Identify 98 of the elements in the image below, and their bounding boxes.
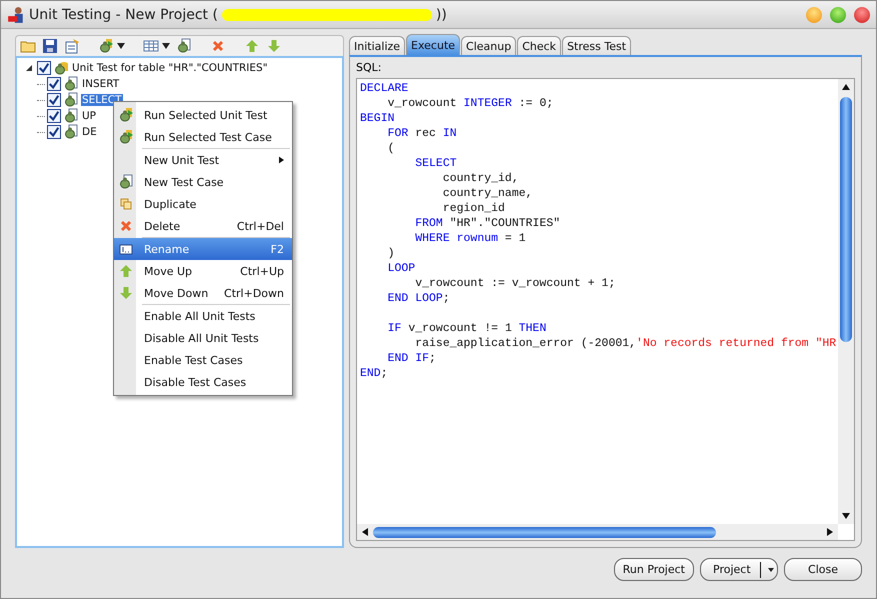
scroll-up-icon[interactable]	[842, 83, 850, 91]
bug-document-icon	[63, 92, 79, 108]
tab[interactable]: Cleanup	[461, 36, 516, 55]
tab[interactable]: Initialize	[349, 36, 406, 55]
menu-item[interactable]: Duplicate	[114, 193, 292, 215]
menu-item[interactable]: Rename F2	[114, 238, 292, 260]
tab[interactable]: Check	[517, 36, 562, 55]
menu-item[interactable]: Run Selected Unit Test	[114, 104, 292, 126]
bug-run-icon[interactable]	[98, 38, 114, 54]
code-token: v_rowcount := v_rowcount + 1;	[414, 277, 616, 290]
menu-item[interactable]: Enable Test Cases	[114, 349, 292, 371]
code-token: INTEGER	[464, 97, 512, 110]
code-token: region_id	[442, 202, 505, 215]
code-token: ;	[442, 292, 450, 305]
scroll-right-icon[interactable]	[826, 528, 834, 536]
close-button[interactable]	[854, 6, 870, 22]
bug-document-icon	[63, 108, 79, 124]
code-token: IF	[386, 322, 402, 335]
code-token: )	[386, 247, 395, 260]
code-token: FROM	[414, 217, 443, 230]
code-token: END LOOP	[386, 292, 443, 305]
bug-document-icon	[63, 76, 79, 92]
menu-item[interactable]: Enable All Unit Tests	[114, 305, 292, 327]
arrow-down-icon	[118, 285, 134, 301]
menu-item[interactable]: New Unit Test	[114, 149, 292, 171]
code-token: "HR"."COUNTRIES"	[448, 217, 560, 230]
checkbox[interactable]	[47, 77, 61, 91]
code-token: THEN	[518, 322, 546, 335]
caret-icon[interactable]	[117, 42, 125, 50]
scroll-down-icon[interactable]	[842, 512, 850, 520]
checkbox[interactable]	[47, 125, 61, 139]
code-token: := 0;	[518, 97, 554, 110]
code-token: country_name,	[442, 187, 533, 200]
arrow-up-icon	[118, 263, 134, 279]
code-token: 'No records returned from "HR	[636, 337, 836, 350]
button[interactable]: Run Project	[614, 558, 694, 581]
code-token: LOOP	[386, 262, 416, 275]
tree-item[interactable]: SELECT	[81, 94, 123, 106]
code-token: DECLARE	[360, 82, 408, 95]
horizontal-scrollbar[interactable]	[357, 524, 838, 540]
caret-icon[interactable]	[162, 42, 170, 50]
code-token: SELECT	[414, 157, 457, 170]
code-token: country_id,	[442, 172, 519, 185]
tree-item[interactable]: INSERT	[81, 78, 120, 90]
menu-item[interactable]: New Test Case	[114, 171, 292, 193]
bug-run-icon	[118, 107, 134, 123]
checkbox[interactable]	[37, 61, 51, 75]
code-token: END	[360, 367, 381, 380]
save-icon[interactable]	[42, 38, 58, 54]
code-token: rec	[414, 127, 437, 140]
bug-document-icon[interactable]	[176, 38, 192, 54]
menu-item[interactable]: Delete Ctrl+Del	[114, 215, 292, 237]
button[interactable]: Close	[784, 558, 862, 581]
project-split-button[interactable]: Project	[700, 558, 778, 581]
table-icon[interactable]	[143, 38, 159, 54]
code-token: IN	[442, 127, 457, 140]
menu-item[interactable]: Move Down Ctrl+Down	[114, 282, 292, 304]
checkbox[interactable]	[47, 109, 61, 123]
checkbox[interactable]	[47, 93, 61, 107]
code-token: v_rowcount != 1	[407, 322, 513, 335]
tree-item[interactable]: UP	[81, 110, 98, 122]
tab[interactable]: Execute	[406, 34, 460, 55]
tab[interactable]: Stress Test	[562, 36, 632, 55]
submenu-arrow-icon	[279, 156, 284, 164]
bug-run-icon	[118, 129, 134, 145]
app-icon	[7, 6, 25, 24]
sql-label: SQL:	[356, 61, 382, 74]
code-token: ;	[429, 352, 436, 365]
scroll-thumb[interactable]	[373, 526, 716, 538]
code-token: END IF	[386, 352, 430, 365]
tree-item[interactable]: Unit Test for table "HR"."COUNTRIES"	[71, 62, 269, 74]
bug-document-icon	[118, 174, 134, 190]
bug-document-icon	[63, 124, 79, 140]
code-token: v_rowcount	[386, 97, 458, 110]
tree-item[interactable]: DE	[81, 126, 98, 138]
code-token: ;	[380, 367, 388, 380]
code-token: WHERE rownum	[414, 232, 498, 245]
window-title: Unit Testing - New Project (	[29, 6, 218, 22]
properties-icon[interactable]	[64, 38, 80, 54]
menu-item[interactable]: Disable Test Cases	[114, 371, 292, 393]
caret-icon[interactable]	[767, 566, 775, 574]
menu-item[interactable]: Move Up Ctrl+Up	[114, 260, 292, 282]
vertical-scrollbar[interactable]	[838, 79, 854, 524]
code-token: BEGIN	[360, 112, 395, 125]
code-token: (	[386, 142, 395, 155]
window-title-end: ))	[436, 6, 447, 22]
code-token: = 1	[504, 232, 526, 245]
delete-icon[interactable]	[210, 38, 226, 54]
duplicate-icon	[118, 196, 134, 212]
code-token: raise_application_error (-20001,	[414, 337, 636, 350]
expand-toggle-icon[interactable]	[25, 64, 33, 72]
code-token: FOR	[386, 127, 408, 140]
scroll-thumb[interactable]	[840, 97, 852, 342]
menu-item[interactable]: Run Selected Test Case	[114, 126, 292, 148]
menu-item[interactable]: Disable All Unit Tests	[114, 327, 292, 349]
delete-icon	[118, 218, 134, 234]
scroll-left-icon[interactable]	[361, 528, 369, 536]
bug-database-icon	[53, 60, 69, 76]
